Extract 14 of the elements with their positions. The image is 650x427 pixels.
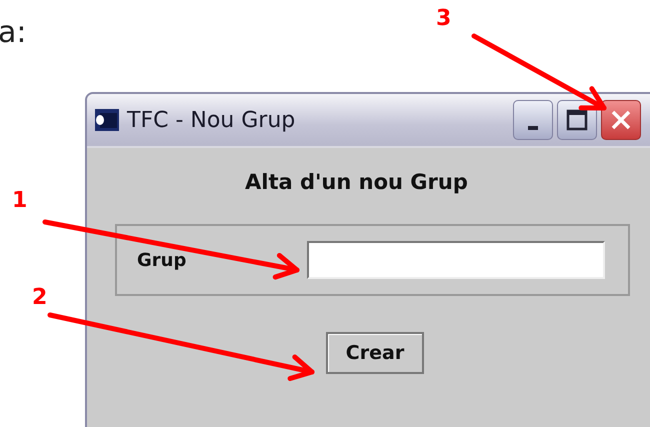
close-button[interactable]: [601, 100, 641, 140]
annotation-number: 3: [436, 8, 452, 30]
dialog-heading: Alta d'un nou Grup: [245, 170, 468, 194]
field-label: Grup: [137, 250, 188, 270]
minimize-icon: [528, 126, 538, 130]
window-title: TFC - Nou Grup: [127, 108, 296, 132]
app-icon: [95, 109, 119, 131]
input-field[interactable]: [307, 241, 605, 279]
create-button[interactable]: Crear: [326, 332, 424, 374]
annotation-number: 1: [12, 190, 28, 212]
maximize-button[interactable]: [557, 100, 597, 140]
annotation-number: 2: [32, 287, 48, 309]
minimize-button[interactable]: [513, 100, 553, 140]
document-text: a:: [0, 18, 26, 48]
